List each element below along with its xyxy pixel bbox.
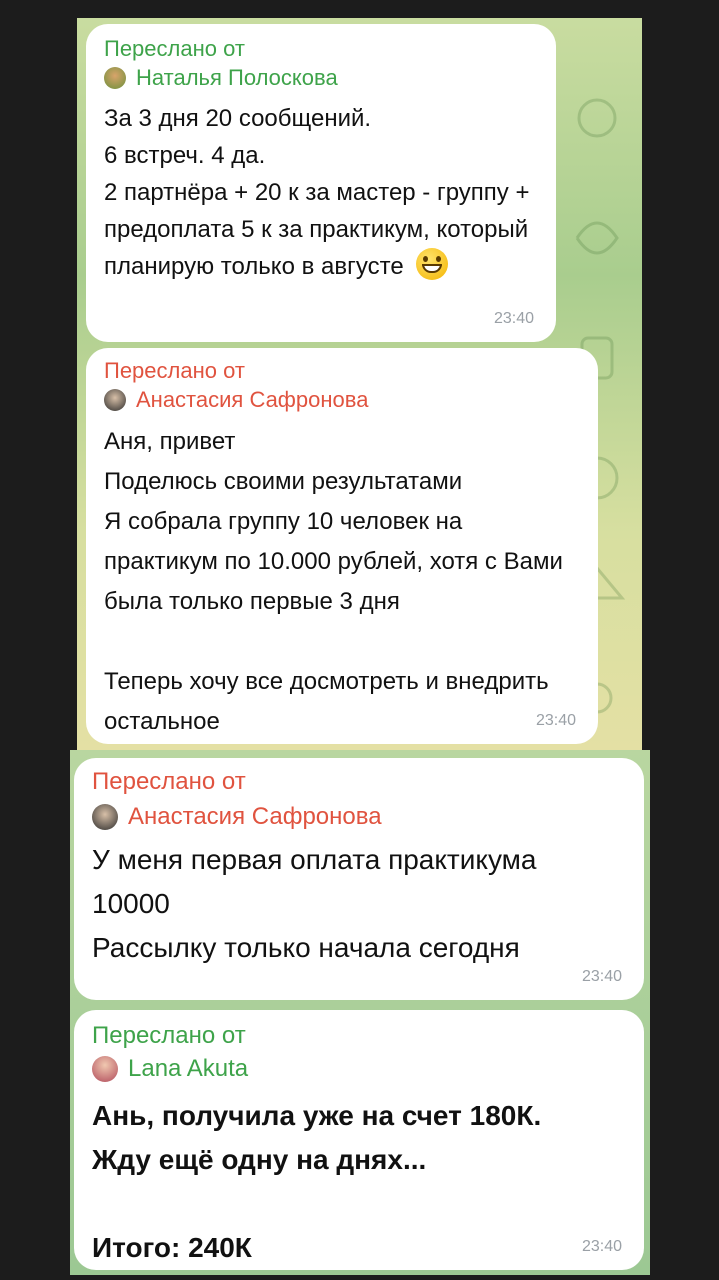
forwarded-label: Переслано от [104, 36, 245, 61]
message-author[interactable]: Анастасия Сафронова [92, 800, 624, 834]
message-text: За 3 дня 20 сообщений. 6 встреч. 4 да. 2… [104, 105, 530, 280]
message-bubble[interactable]: Переслано от Наталья Полоскова За 3 дня … [86, 24, 556, 342]
author-avatar [92, 804, 118, 830]
message-time: 23:40 [535, 712, 576, 729]
author-name: Lana Akuta [128, 1055, 249, 1082]
grinning-face-emoji-icon [415, 248, 448, 280]
message-bubble[interactable]: Переслано от Анастасия Сафронова У меня … [74, 758, 644, 1000]
author-avatar [104, 389, 126, 411]
message-text: Ань, получила уже на счет 180К. Жду ещё … [92, 1100, 542, 1263]
message-text: Аня, привет Поделюсь своими результатами… [104, 428, 563, 735]
forwarded-label: Переслано от [104, 358, 245, 383]
author-name: Анастасия Сафронова [128, 803, 382, 830]
forwarded-label: Переслано от [92, 768, 246, 795]
message-bubble[interactable]: Переслано от Lana Akuta Ань, получила уж… [74, 1010, 644, 1270]
message-time: 23:40 [581, 1238, 622, 1255]
author-avatar [104, 67, 126, 89]
message-bubble[interactable]: Переслано от Анастасия Сафронова Аня, пр… [86, 348, 598, 744]
author-name: Анастасия Сафронова [136, 387, 369, 412]
message-time: 23:40 [493, 310, 534, 327]
message-time: 23:40 [581, 968, 622, 985]
author-avatar [92, 1056, 118, 1082]
message-author[interactable]: Наталья Полоскова [104, 64, 536, 92]
message-author[interactable]: Анастасия Сафронова [104, 386, 578, 414]
message-author[interactable]: Lana Akuta [92, 1052, 624, 1086]
forwarded-label: Переслано от [92, 1022, 246, 1049]
author-name: Наталья Полоскова [136, 65, 338, 90]
message-text: У меня первая оплата практикума 10000 Ра… [92, 844, 537, 963]
